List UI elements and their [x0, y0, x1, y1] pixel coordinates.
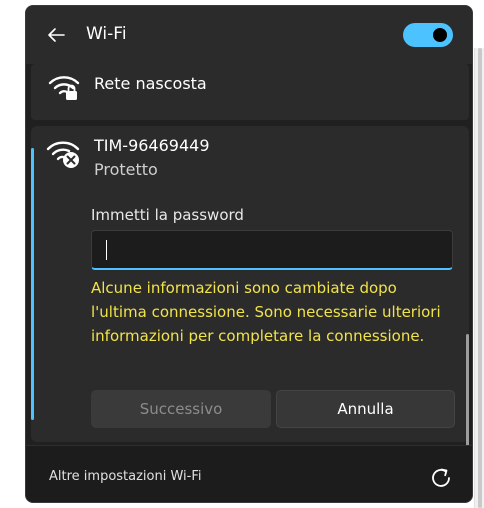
warning-message: Alcune informazioni sono cambiate dopo l… — [91, 279, 441, 345]
toggle-knob — [433, 28, 447, 42]
background-scrollbar-thumb[interactable] — [478, 48, 482, 508]
arrow-left-icon — [48, 28, 65, 42]
password-input[interactable] — [91, 230, 453, 270]
page-title: Wi-Fi — [86, 24, 127, 44]
list-scrollbar-thumb[interactable] — [466, 334, 469, 445]
network-name: TIM-96469449 — [94, 136, 210, 155]
text-caret — [106, 240, 107, 260]
network-item-hidden[interactable]: Rete nascosta — [31, 64, 469, 120]
selection-indicator — [31, 148, 34, 420]
network-status: Protetto — [94, 160, 158, 179]
flyout-header: Wi-Fi — [26, 6, 472, 64]
wifi-error-icon — [46, 141, 80, 168]
next-button[interactable]: Successivo — [91, 390, 271, 428]
background-scrollbar[interactable] — [474, 48, 484, 508]
more-wifi-settings-link[interactable]: Altre impostazioni Wi-Fi — [49, 469, 202, 484]
network-list[interactable]: Rete nascosta TIM-96469449 Protetto Imme… — [26, 64, 472, 445]
wifi-toggle[interactable] — [403, 23, 453, 47]
cancel-button[interactable]: Annulla — [276, 390, 455, 428]
refresh-icon[interactable] — [428, 465, 454, 491]
network-label: Rete nascosta — [94, 74, 207, 93]
wifi-lock-icon — [48, 76, 80, 100]
back-button[interactable] — [40, 20, 72, 50]
password-label: Immetti la password — [91, 206, 244, 224]
flyout-footer: Altre impostazioni Wi-Fi — [26, 445, 472, 502]
network-item-selected: TIM-96469449 Protetto Immetti la passwor… — [31, 126, 469, 442]
wifi-flyout-panel: Wi-Fi Rete nascosta TIM-96469449 Protett… — [25, 5, 473, 503]
